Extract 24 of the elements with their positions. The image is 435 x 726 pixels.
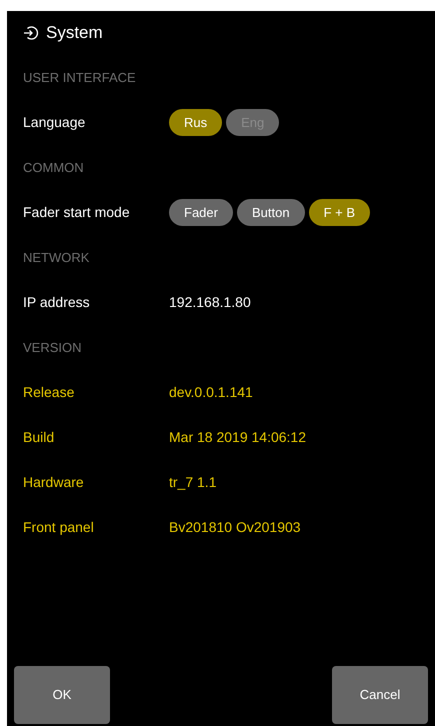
- setting-label: Build: [23, 428, 56, 447]
- setting-label: Fader start mode: [23, 203, 131, 222]
- section-heading: VERSION: [23, 338, 82, 357]
- screen-title: System: [46, 22, 103, 44]
- dialog-button[interactable]: Cancel: [332, 666, 428, 724]
- option-toggle[interactable]: F + B: [308, 199, 370, 226]
- setting-value: dev.0.0.1.141: [169, 383, 253, 402]
- setting-label: Hardware: [23, 473, 85, 492]
- setting-value: Mar 18 2019 14:06:12: [169, 428, 306, 447]
- option-toggle[interactable]: Rus: [169, 109, 222, 136]
- setting-label: Release: [23, 383, 76, 402]
- setting-value: 192.168.1.80: [169, 293, 251, 312]
- section-heading: NETWORK: [23, 248, 90, 267]
- dialog-button[interactable]: OK: [14, 666, 110, 724]
- setting-label: Front panel: [23, 518, 95, 537]
- section-heading: COMMON: [23, 158, 84, 177]
- setting-label: Language: [23, 113, 86, 132]
- setting-label: IP address: [23, 293, 91, 312]
- option-toggle[interactable]: Fader: [169, 199, 233, 226]
- setting-value: Bv201810 Ov201903: [169, 518, 301, 537]
- section-heading: USER INTERFACE: [23, 68, 136, 87]
- enter-icon[interactable]: [23, 25, 39, 41]
- option-toggle[interactable]: Button: [236, 199, 305, 226]
- setting-value: tr_7 1.1: [169, 473, 216, 492]
